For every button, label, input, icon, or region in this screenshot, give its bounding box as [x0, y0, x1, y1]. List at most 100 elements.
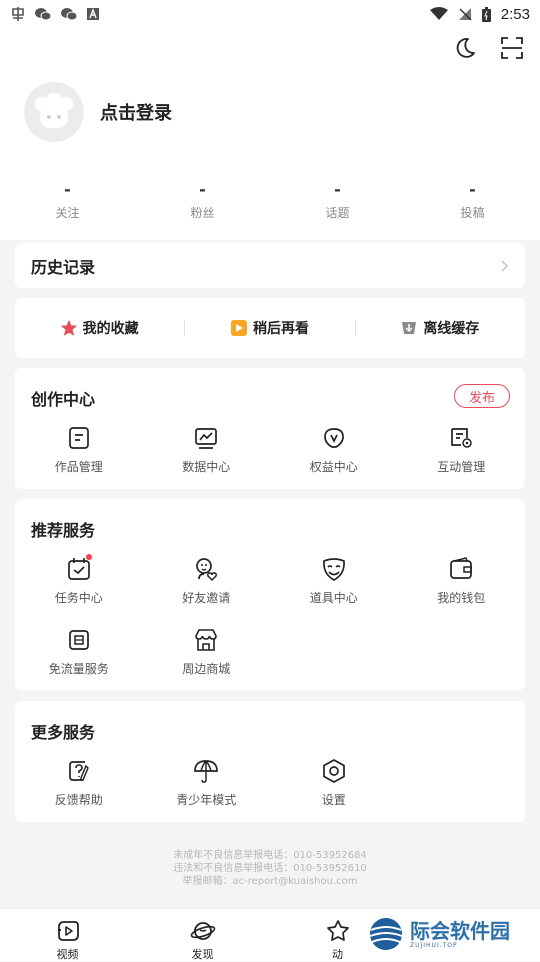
recommended-services-title: 推荐服务	[31, 521, 96, 540]
stat-following[interactable]: - 关注	[0, 182, 135, 221]
data-free-service-label: 免流量服务	[48, 662, 109, 676]
discover-tab-icon	[190, 922, 215, 940]
history-row[interactable]: 历史记录	[15, 243, 525, 288]
stat-posts[interactable]: - 投稿	[405, 182, 540, 221]
default-avatar-icon	[35, 93, 73, 128]
interaction-icon	[451, 428, 472, 448]
globe-logo-icon	[369, 918, 403, 950]
settings-label: 设置	[321, 793, 346, 807]
chart-icon	[195, 428, 218, 449]
wechat-icon	[35, 8, 52, 21]
rights-center-label: 权益中心	[309, 460, 358, 474]
stat-label: 话题	[325, 206, 350, 220]
sim-icon	[68, 630, 89, 650]
works-management-label: 作品管理	[54, 460, 103, 474]
download-icon	[402, 322, 417, 334]
report-line-minor: 未成年不良信息举报电话：010-53952684	[173, 850, 367, 861]
watch-later-button[interactable]: 稍后再看	[185, 318, 354, 338]
status-time: 2:53	[500, 5, 530, 23]
mask-icon	[322, 558, 345, 581]
my-wallet-item[interactable]: 我的钱包	[398, 556, 526, 606]
interaction-management-label: 互动管理	[437, 460, 486, 474]
publish-button[interactable]: 发布	[454, 384, 510, 408]
stat-label: 粉丝	[190, 206, 215, 220]
night-mode-icon[interactable]	[451, 34, 479, 62]
wifi-icon	[429, 7, 448, 20]
shortcuts-bar: 我的收藏 稍后再看 离线缓存	[15, 298, 525, 358]
data-center-label: 数据中心	[182, 460, 231, 474]
stat-value: -	[334, 180, 341, 199]
battery-icon	[481, 6, 491, 22]
dynamic-tab-icon	[326, 920, 349, 941]
history-title: 历史记录	[31, 257, 96, 277]
no-signal-icon	[458, 8, 472, 21]
video-tab-icon	[57, 921, 79, 941]
favorites-button[interactable]: 我的收藏	[15, 318, 184, 338]
tab-video[interactable]: 视频	[0, 909, 135, 961]
feedback-help-label: 反馈帮助	[54, 793, 103, 807]
settings-item[interactable]: 设置	[270, 758, 398, 808]
task-center-item[interactable]: 任务中心	[15, 554, 143, 606]
more-services-card: 更多服务 反馈帮助 青少年模式 设置	[15, 701, 525, 822]
invite-friends-label: 好友邀请	[182, 591, 231, 605]
task-center-label: 任务中心	[54, 591, 103, 605]
invite-icon	[196, 558, 218, 582]
feedback-icon	[68, 761, 89, 781]
tab-discover[interactable]: 发现	[135, 909, 270, 961]
status-bar: 2:53	[0, 0, 540, 28]
teen-mode-label: 青少年模式	[176, 793, 237, 807]
feedback-help-item[interactable]: 反馈帮助	[15, 758, 143, 808]
interaction-management-item[interactable]: 互动管理	[398, 425, 526, 475]
props-center-item[interactable]: 道具中心	[270, 556, 398, 606]
wechat-icon	[61, 8, 78, 21]
stat-value: -	[199, 180, 206, 199]
data-free-service-item[interactable]: 免流量服务	[15, 627, 143, 677]
stat-value: -	[64, 180, 71, 199]
more-services-title: 更多服务	[31, 723, 96, 742]
a-icon	[87, 8, 99, 20]
stat-label: 投稿	[460, 206, 485, 220]
works-icon	[68, 427, 89, 449]
stat-topics[interactable]: - 话题	[270, 182, 405, 221]
data-center-item[interactable]: 数据中心	[143, 425, 271, 475]
profile-header: 2:53 点击登录 - 关注 - 粉丝 - 话题 - 投稿	[0, 0, 540, 240]
offline-cache-label: 离线缓存	[423, 321, 480, 337]
app-icon	[12, 7, 24, 21]
rights-center-item[interactable]: 权益中心	[270, 425, 398, 475]
watermark: 际会软件园 ZUJIHUI.TOP	[368, 913, 528, 955]
avatar[interactable]	[24, 82, 84, 142]
favorites-label: 我的收藏	[82, 321, 139, 337]
merch-store-label: 周边商城	[182, 662, 231, 676]
merch-store-item[interactable]: 周边商城	[143, 627, 271, 677]
umbrella-icon	[194, 759, 219, 783]
report-info: 未成年不良信息举报电话：010-53952684 违法和不良信息举报电话：010…	[0, 849, 540, 888]
login-text[interactable]: 点击登录	[100, 99, 172, 125]
play-icon	[230, 320, 247, 336]
watermark-text: 际会软件园	[410, 918, 510, 943]
stat-value: -	[469, 180, 476, 199]
scan-icon[interactable]	[498, 34, 526, 62]
offline-cache-button[interactable]: 离线缓存	[356, 318, 525, 338]
rights-icon	[323, 428, 344, 448]
stats-row: - 关注 - 粉丝 - 话题 - 投稿	[0, 182, 540, 221]
wallet-icon	[450, 557, 473, 579]
chevron-right-icon	[501, 260, 508, 271]
report-email: 举报邮箱：ac-report@kuaishou.com	[182, 876, 358, 887]
teen-mode-item[interactable]: 青少年模式	[143, 758, 271, 808]
works-management-item[interactable]: 作品管理	[15, 425, 143, 475]
creator-center-card: 创作中心 发布 作品管理 数据中心 权益中心 互动管理	[15, 368, 525, 489]
my-wallet-label: 我的钱包	[437, 591, 486, 605]
watermark-sub: ZUJIHUI.TOP	[410, 941, 458, 949]
settings-icon	[322, 759, 345, 783]
stat-label: 关注	[55, 206, 80, 220]
notification-badge	[86, 554, 92, 560]
creator-center-title: 创作中心	[31, 390, 96, 409]
shop-icon	[195, 629, 218, 651]
stat-fans[interactable]: - 粉丝	[135, 182, 270, 221]
star-icon	[61, 320, 77, 336]
recommended-services-card: 推荐服务 任务中心 好友邀请 道具中心 我的钱包 免流量服务 周边商城	[15, 499, 525, 690]
invite-friends-item[interactable]: 好友邀请	[143, 556, 271, 606]
login-area[interactable]: 点击登录	[24, 82, 172, 142]
props-center-label: 道具中心	[309, 591, 358, 605]
report-line-illegal: 违法和不良信息举报电话：010-53952610	[173, 863, 367, 874]
